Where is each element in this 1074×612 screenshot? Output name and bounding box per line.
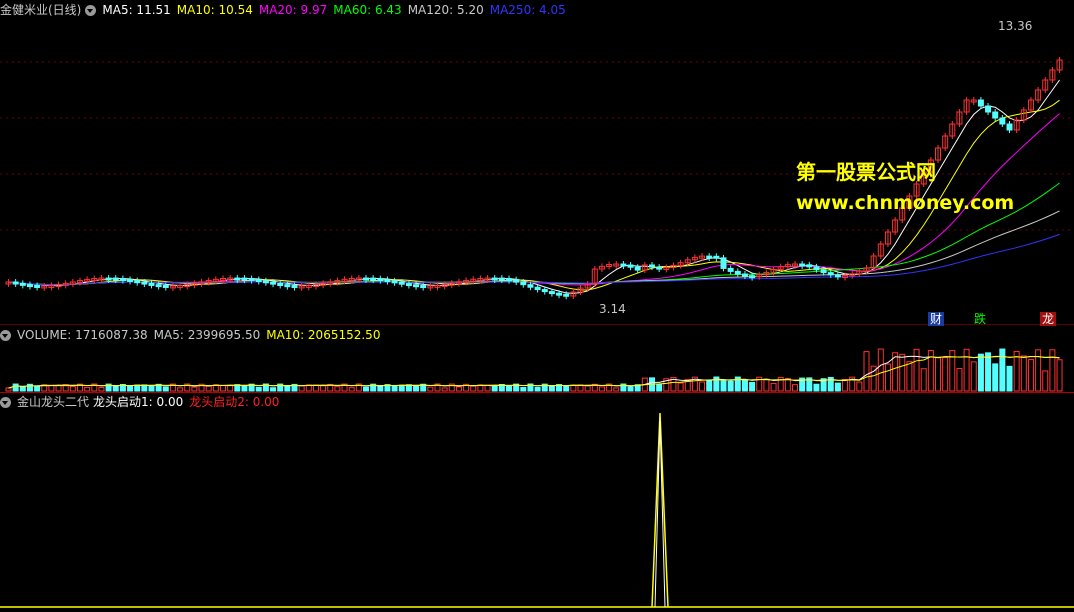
low-price-label: 3.14 bbox=[599, 302, 626, 316]
volume-chart[interactable] bbox=[0, 325, 1074, 393]
indicator-signal-line bbox=[651, 412, 669, 608]
dragon-tiger-badge[interactable]: 龙 bbox=[1040, 312, 1057, 326]
drop-badge[interactable]: 跌 bbox=[972, 312, 988, 326]
watermark-title: 第一股票公式网 bbox=[796, 160, 936, 184]
watermark-url: www.chnmoney.com bbox=[796, 192, 1015, 214]
indicator-chart[interactable] bbox=[0, 393, 1074, 612]
finance-badge[interactable]: 财 bbox=[928, 312, 945, 326]
high-price-label: 13.36 bbox=[998, 19, 1033, 33]
